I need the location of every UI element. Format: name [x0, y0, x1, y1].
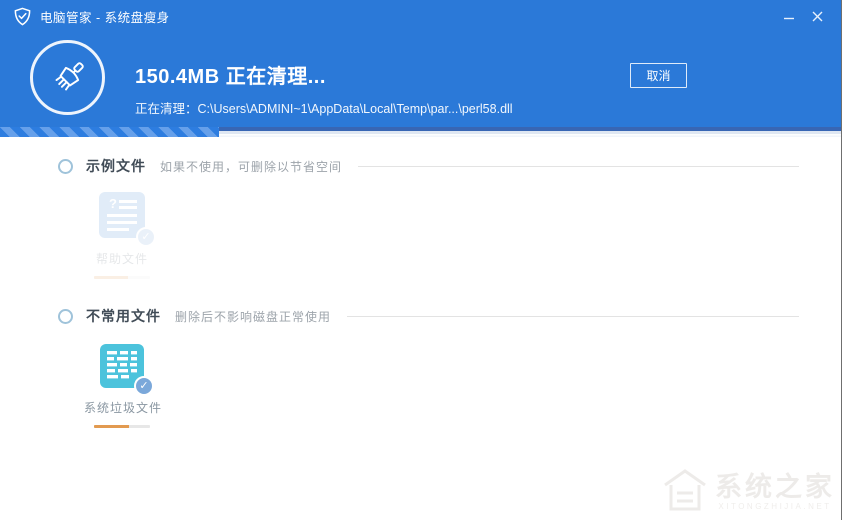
- window-title: 电脑管家 - 系统盘瘦身: [40, 7, 170, 26]
- clean-brush-icon: [30, 40, 105, 115]
- app-window: 电脑管家 - 系统盘瘦身 150.4MB 正在清理... 正在: [0, 0, 842, 520]
- titlebar: 电脑管家 - 系统盘瘦身: [0, 0, 841, 32]
- item-help-files: ? ✓ 帮助文件: [84, 190, 160, 279]
- item-progress-track: [94, 425, 150, 428]
- item-label: 系统垃圾文件: [84, 399, 160, 416]
- item-progress-fill: [94, 425, 129, 428]
- shield-check-icon: [13, 7, 32, 26]
- section-title: 不常用文件: [86, 306, 161, 326]
- svg-text:?: ?: [109, 196, 117, 211]
- cleaning-path: 正在清理：C:\Users\ADMINI~1\AppData\Local\Tem…: [135, 98, 513, 117]
- window-controls: [775, 0, 831, 32]
- section-unused-files: 不常用文件 删除后不影响磁盘正常使用: [58, 306, 799, 326]
- watermark: 系统之家 XITONGZHIJIA.NET: [659, 465, 835, 518]
- cleaning-size-title: 150.4MB 正在清理...: [135, 60, 513, 89]
- minimize-button[interactable]: [775, 0, 803, 32]
- cleaning-status: 150.4MB 正在清理... 正在清理：C:\Users\ADMINI~1\A…: [135, 60, 513, 117]
- section-divider: [358, 166, 799, 167]
- check-badge-icon: ✓: [136, 227, 156, 247]
- loading-ring-icon: [58, 159, 73, 174]
- cleaning-header: 150.4MB 正在清理... 正在清理：C:\Users\ADMINI~1\A…: [0, 32, 841, 127]
- cancel-button[interactable]: 取消: [630, 63, 687, 88]
- item-progress-fill: [94, 276, 128, 279]
- section-divider: [347, 316, 799, 317]
- section-subtitle: 删除后不影响磁盘正常使用: [175, 308, 331, 325]
- overall-progress-fill: [0, 127, 219, 137]
- item-progress-track: [94, 276, 150, 279]
- watermark-text: 系统之家 XITONGZHIJIA.NET: [715, 472, 835, 511]
- check-badge-icon: ✓: [134, 376, 154, 396]
- section-sample-files: 示例文件 如果不使用，可删除以节省空间: [58, 156, 799, 176]
- section-title: 示例文件: [86, 156, 146, 176]
- item-system-junk-files[interactable]: ✓ 系统垃圾文件: [84, 343, 160, 428]
- section-subtitle: 如果不使用，可删除以节省空间: [160, 158, 342, 175]
- close-button[interactable]: [803, 0, 831, 32]
- loading-ring-icon: [58, 309, 73, 324]
- house-logo-icon: [659, 465, 711, 518]
- document-question-icon: ? ✓: [97, 190, 147, 240]
- overall-progress-track: [0, 127, 841, 137]
- junk-files-icon: ✓: [99, 343, 145, 389]
- item-label: 帮助文件: [84, 250, 160, 267]
